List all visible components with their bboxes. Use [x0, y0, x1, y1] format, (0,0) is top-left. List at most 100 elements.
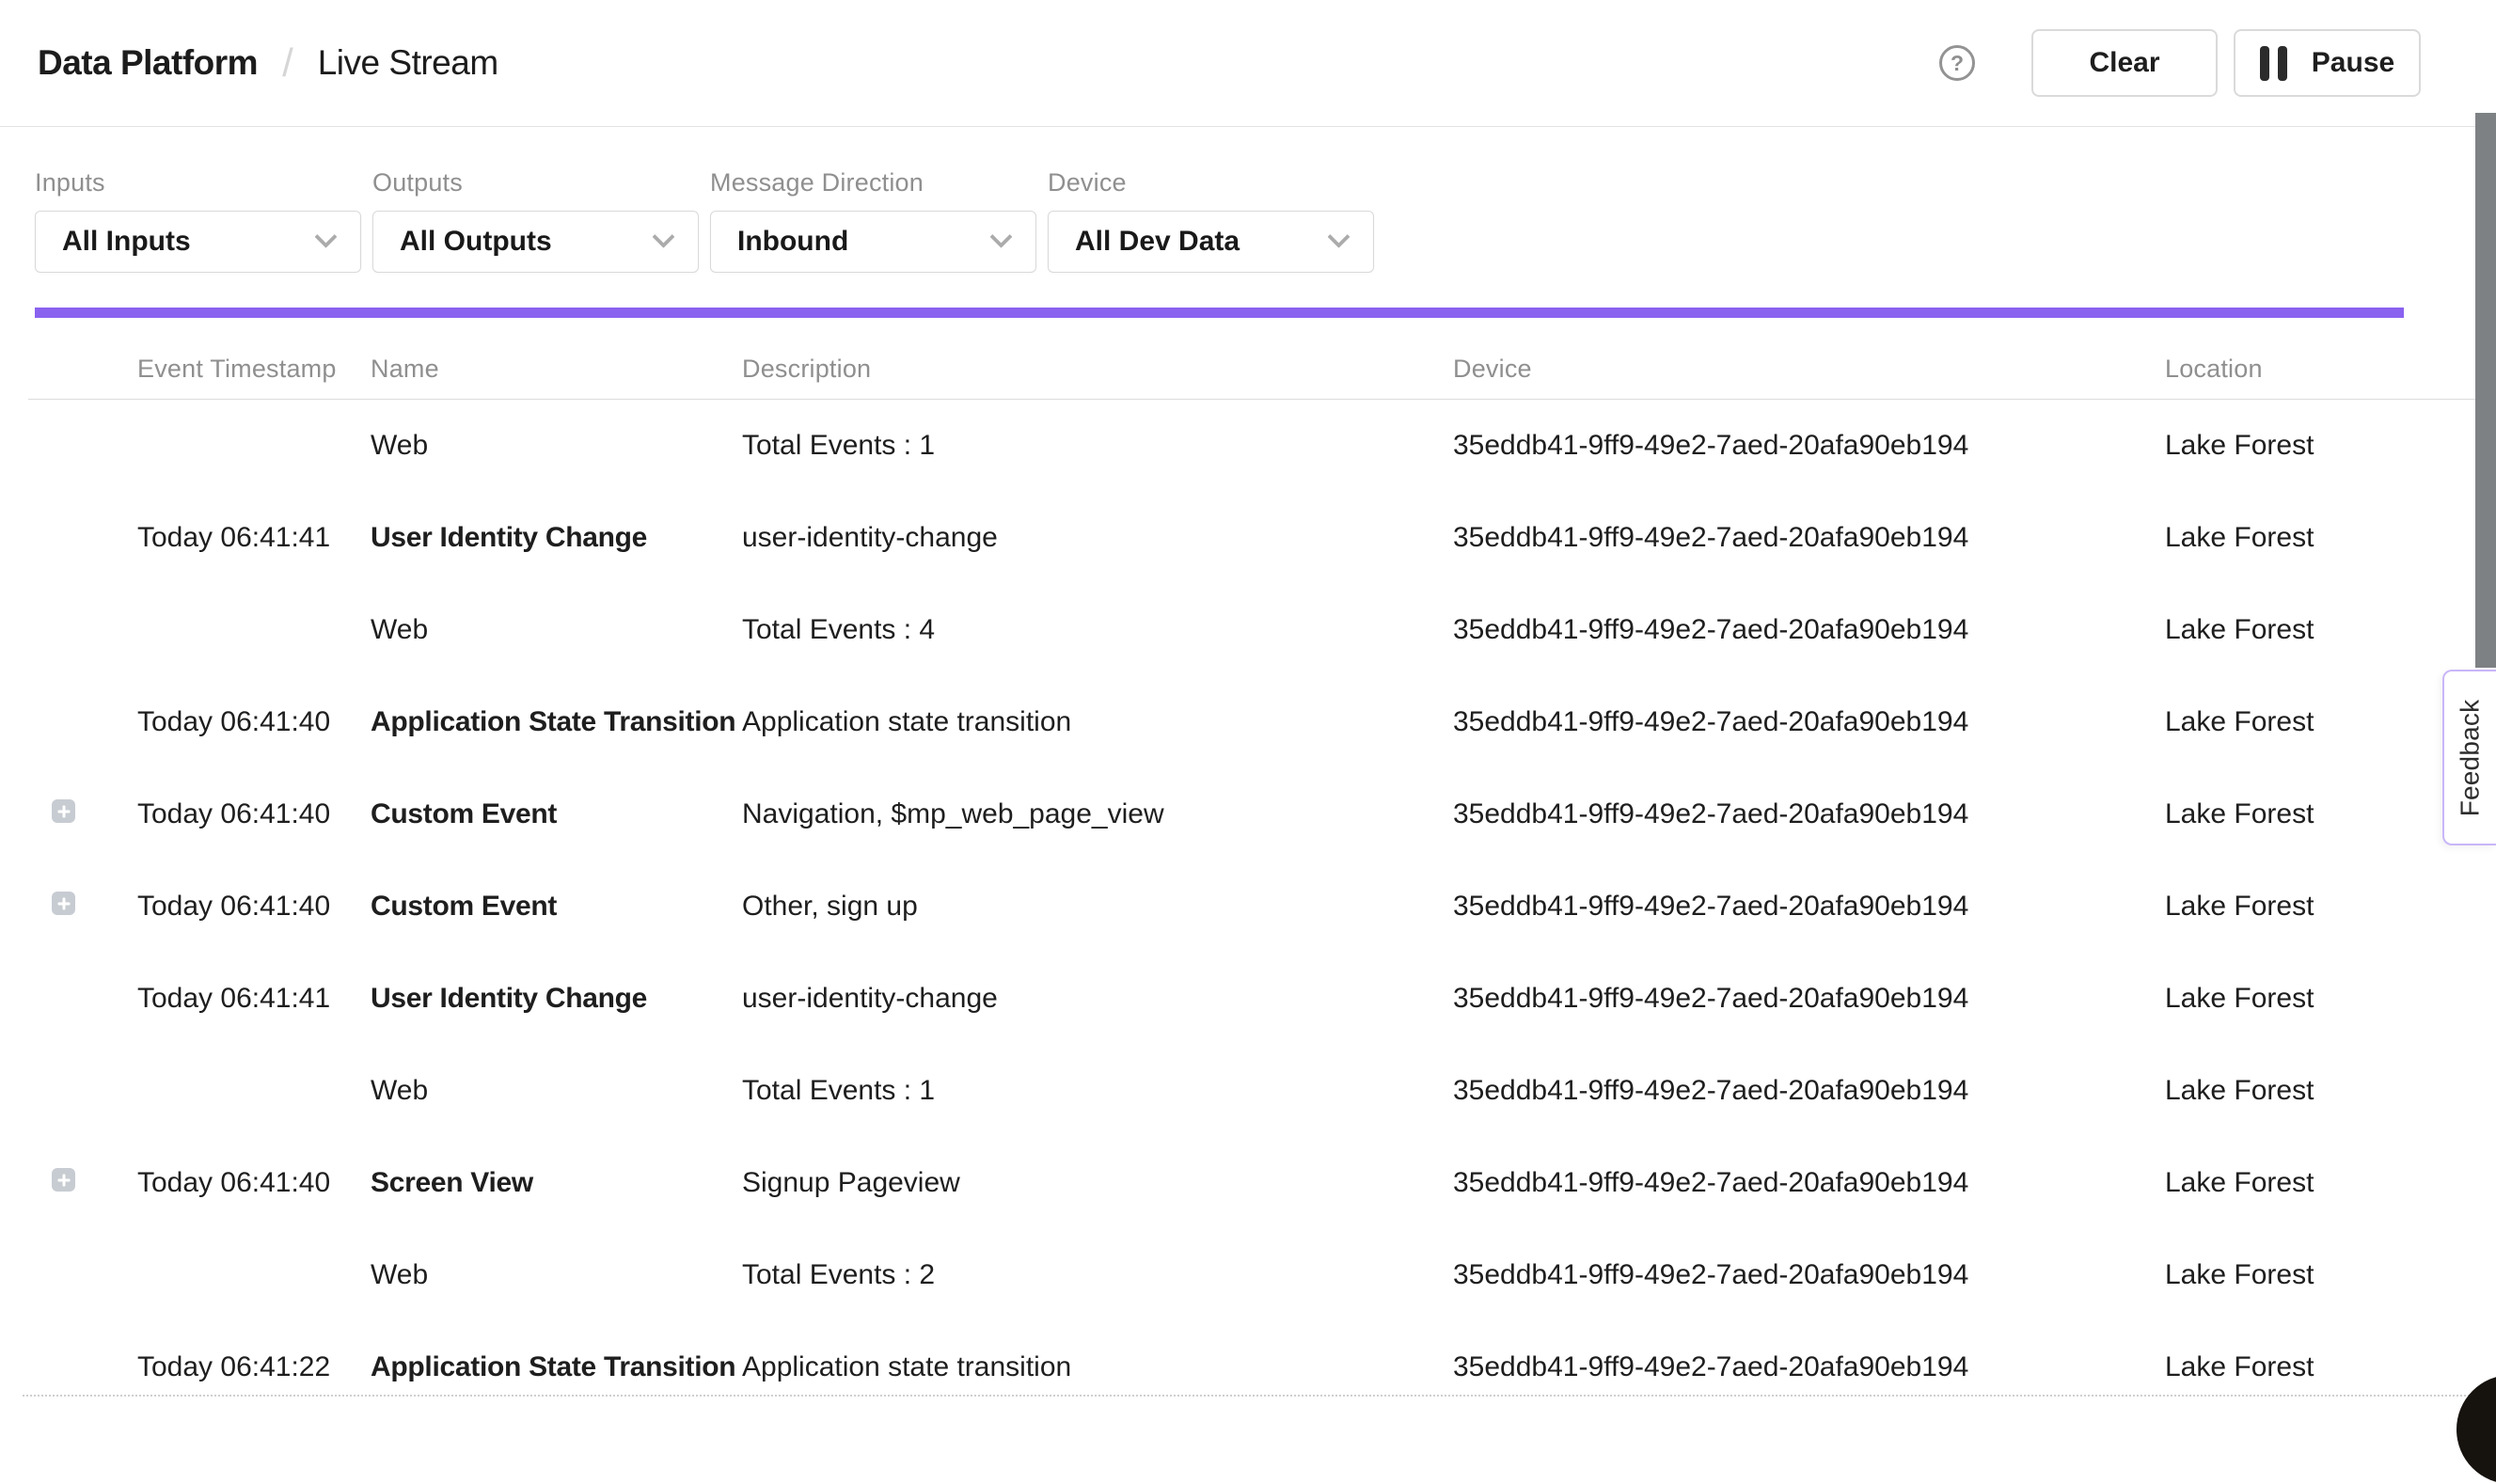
filter-outputs-label: Outputs [372, 168, 699, 197]
filter-inputs: Inputs All Inputs [35, 168, 361, 273]
table-row[interactable]: Today 06:41:40 Custom Event Navigation, … [0, 768, 2496, 860]
feedback-tab[interactable]: Feedback [2442, 670, 2496, 845]
inputs-select[interactable]: All Inputs [35, 211, 361, 273]
page-title: Live Stream [318, 43, 498, 83]
cell-location: Lake Forest [2165, 614, 2496, 646]
cell-expand [0, 1167, 137, 1199]
cell-expand [0, 1351, 137, 1383]
column-header-location: Location [2165, 355, 2496, 384]
cell-description: Total Events : 2 [742, 1259, 1453, 1291]
cell-timestamp: Today 06:41:22 [137, 1351, 371, 1383]
cell-location: Lake Forest [2165, 983, 2496, 1015]
batch-separator-line [23, 1395, 2496, 1397]
pause-icon [2260, 46, 2287, 81]
event-table: Event Timestamp Name Description Device … [0, 339, 2496, 1413]
table-row[interactable]: Web Total Events : 1 35eddb41-9ff9-49e2-… [0, 400, 2496, 492]
cell-timestamp: Today 06:41:40 [137, 1167, 371, 1199]
top-actions: ? Clear Pause [1939, 29, 2421, 97]
cell-description: Navigation, $mp_web_page_view [742, 798, 1453, 830]
cell-device: 35eddb41-9ff9-49e2-7aed-20afa90eb194 [1453, 522, 2165, 554]
cell-device: 35eddb41-9ff9-49e2-7aed-20afa90eb194 [1453, 1259, 2165, 1291]
vertical-scrollbar[interactable] [2475, 113, 2496, 668]
device-select-value: All Dev Data [1075, 226, 1240, 258]
cell-timestamp: Today 06:41:40 [137, 798, 371, 830]
cell-expand [0, 891, 137, 923]
cell-description: Total Events : 1 [742, 1075, 1453, 1107]
cell-expand [0, 614, 137, 646]
cell-device: 35eddb41-9ff9-49e2-7aed-20afa90eb194 [1453, 430, 2165, 462]
cell-device: 35eddb41-9ff9-49e2-7aed-20afa90eb194 [1453, 983, 2165, 1015]
breadcrumb-separator-icon: / [282, 40, 293, 86]
cell-description: user-identity-change [742, 983, 1453, 1015]
cell-name: User Identity Change [371, 983, 742, 1015]
cell-name: Custom Event [371, 891, 742, 923]
help-icon[interactable]: ? [1939, 45, 1975, 81]
inputs-select-value: All Inputs [62, 226, 191, 258]
cell-location: Lake Forest [2165, 1167, 2496, 1199]
cell-location: Lake Forest [2165, 430, 2496, 462]
cell-device: 35eddb41-9ff9-49e2-7aed-20afa90eb194 [1453, 798, 2165, 830]
cell-description: Signup Pageview [742, 1167, 1453, 1199]
expand-button[interactable] [52, 1168, 75, 1192]
cell-location: Lake Forest [2165, 1351, 2496, 1383]
expand-button[interactable] [52, 892, 75, 915]
table-row[interactable]: Today 06:41:40 Screen View Signup Pagevi… [0, 1137, 2496, 1229]
chevron-down-icon [989, 225, 1012, 247]
table-row[interactable]: Today 06:41:41 User Identity Change user… [0, 492, 2496, 584]
clear-button[interactable]: Clear [2031, 29, 2218, 97]
cell-expand [0, 522, 137, 554]
cell-description: Application state transition [742, 1351, 1453, 1383]
cell-device: 35eddb41-9ff9-49e2-7aed-20afa90eb194 [1453, 1351, 2165, 1383]
pause-button[interactable]: Pause [2234, 29, 2421, 97]
column-header-name: Name [371, 355, 742, 384]
cell-name: Web [371, 614, 742, 646]
filter-inputs-label: Inputs [35, 168, 361, 197]
feedback-tab-label: Feedback [2456, 699, 2486, 816]
filter-message-direction: Message Direction Inbound [710, 168, 1036, 273]
outputs-select[interactable]: All Outputs [372, 211, 699, 273]
cell-timestamp: Today 06:41:40 [137, 891, 371, 923]
expand-button[interactable] [52, 799, 75, 823]
cell-location: Lake Forest [2165, 1075, 2496, 1107]
cell-location: Lake Forest [2165, 1259, 2496, 1291]
cell-description: Application state transition [742, 706, 1453, 738]
cell-expand [0, 1259, 137, 1291]
cell-description: Total Events : 4 [742, 614, 1453, 646]
cell-name: Application State Transition [371, 1351, 742, 1383]
column-header-event-timestamp: Event Timestamp [137, 355, 371, 384]
table-row[interactable]: Web Total Events : 4 35eddb41-9ff9-49e2-… [0, 584, 2496, 676]
cell-timestamp: Today 06:41:41 [137, 983, 371, 1015]
column-header-description: Description [742, 355, 1453, 384]
device-select[interactable]: All Dev Data [1048, 211, 1374, 273]
filter-bar: Inputs All Inputs Outputs All Outputs Me… [0, 127, 2496, 273]
table-row[interactable]: Today 06:41:40 Application State Transit… [0, 676, 2496, 768]
cell-name: User Identity Change [371, 522, 742, 554]
cell-description: user-identity-change [742, 522, 1453, 554]
chevron-down-icon [314, 225, 337, 247]
cell-expand [0, 983, 137, 1015]
column-header-device: Device [1453, 355, 2165, 384]
filter-outputs: Outputs All Outputs [372, 168, 699, 273]
table-row[interactable]: Today 06:41:40 Custom Event Other, sign … [0, 860, 2496, 953]
cell-description: Total Events : 1 [742, 430, 1453, 462]
filter-device: Device All Dev Data [1048, 168, 1374, 273]
pause-button-label: Pause [2312, 47, 2394, 79]
event-table-header: Event Timestamp Name Description Device … [0, 339, 2496, 400]
cell-expand [0, 430, 137, 462]
cell-device: 35eddb41-9ff9-49e2-7aed-20afa90eb194 [1453, 1075, 2165, 1107]
cell-name: Custom Event [371, 798, 742, 830]
table-row[interactable]: Web Total Events : 2 35eddb41-9ff9-49e2-… [0, 1229, 2496, 1321]
cell-device: 35eddb41-9ff9-49e2-7aed-20afa90eb194 [1453, 614, 2165, 646]
table-row[interactable]: Today 06:41:22 Application State Transit… [0, 1321, 2496, 1413]
cell-device: 35eddb41-9ff9-49e2-7aed-20afa90eb194 [1453, 891, 2165, 923]
message-direction-select[interactable]: Inbound [710, 211, 1036, 273]
cell-device: 35eddb41-9ff9-49e2-7aed-20afa90eb194 [1453, 1167, 2165, 1199]
cell-timestamp: Today 06:41:41 [137, 522, 371, 554]
message-direction-select-value: Inbound [737, 226, 848, 258]
cell-location: Lake Forest [2165, 522, 2496, 554]
table-row[interactable]: Web Total Events : 1 35eddb41-9ff9-49e2-… [0, 1045, 2496, 1137]
breadcrumb-data-platform[interactable]: Data Platform [38, 43, 258, 83]
cell-timestamp: Today 06:41:40 [137, 706, 371, 738]
cell-name: Web [371, 1075, 742, 1107]
table-row[interactable]: Today 06:41:41 User Identity Change user… [0, 953, 2496, 1045]
